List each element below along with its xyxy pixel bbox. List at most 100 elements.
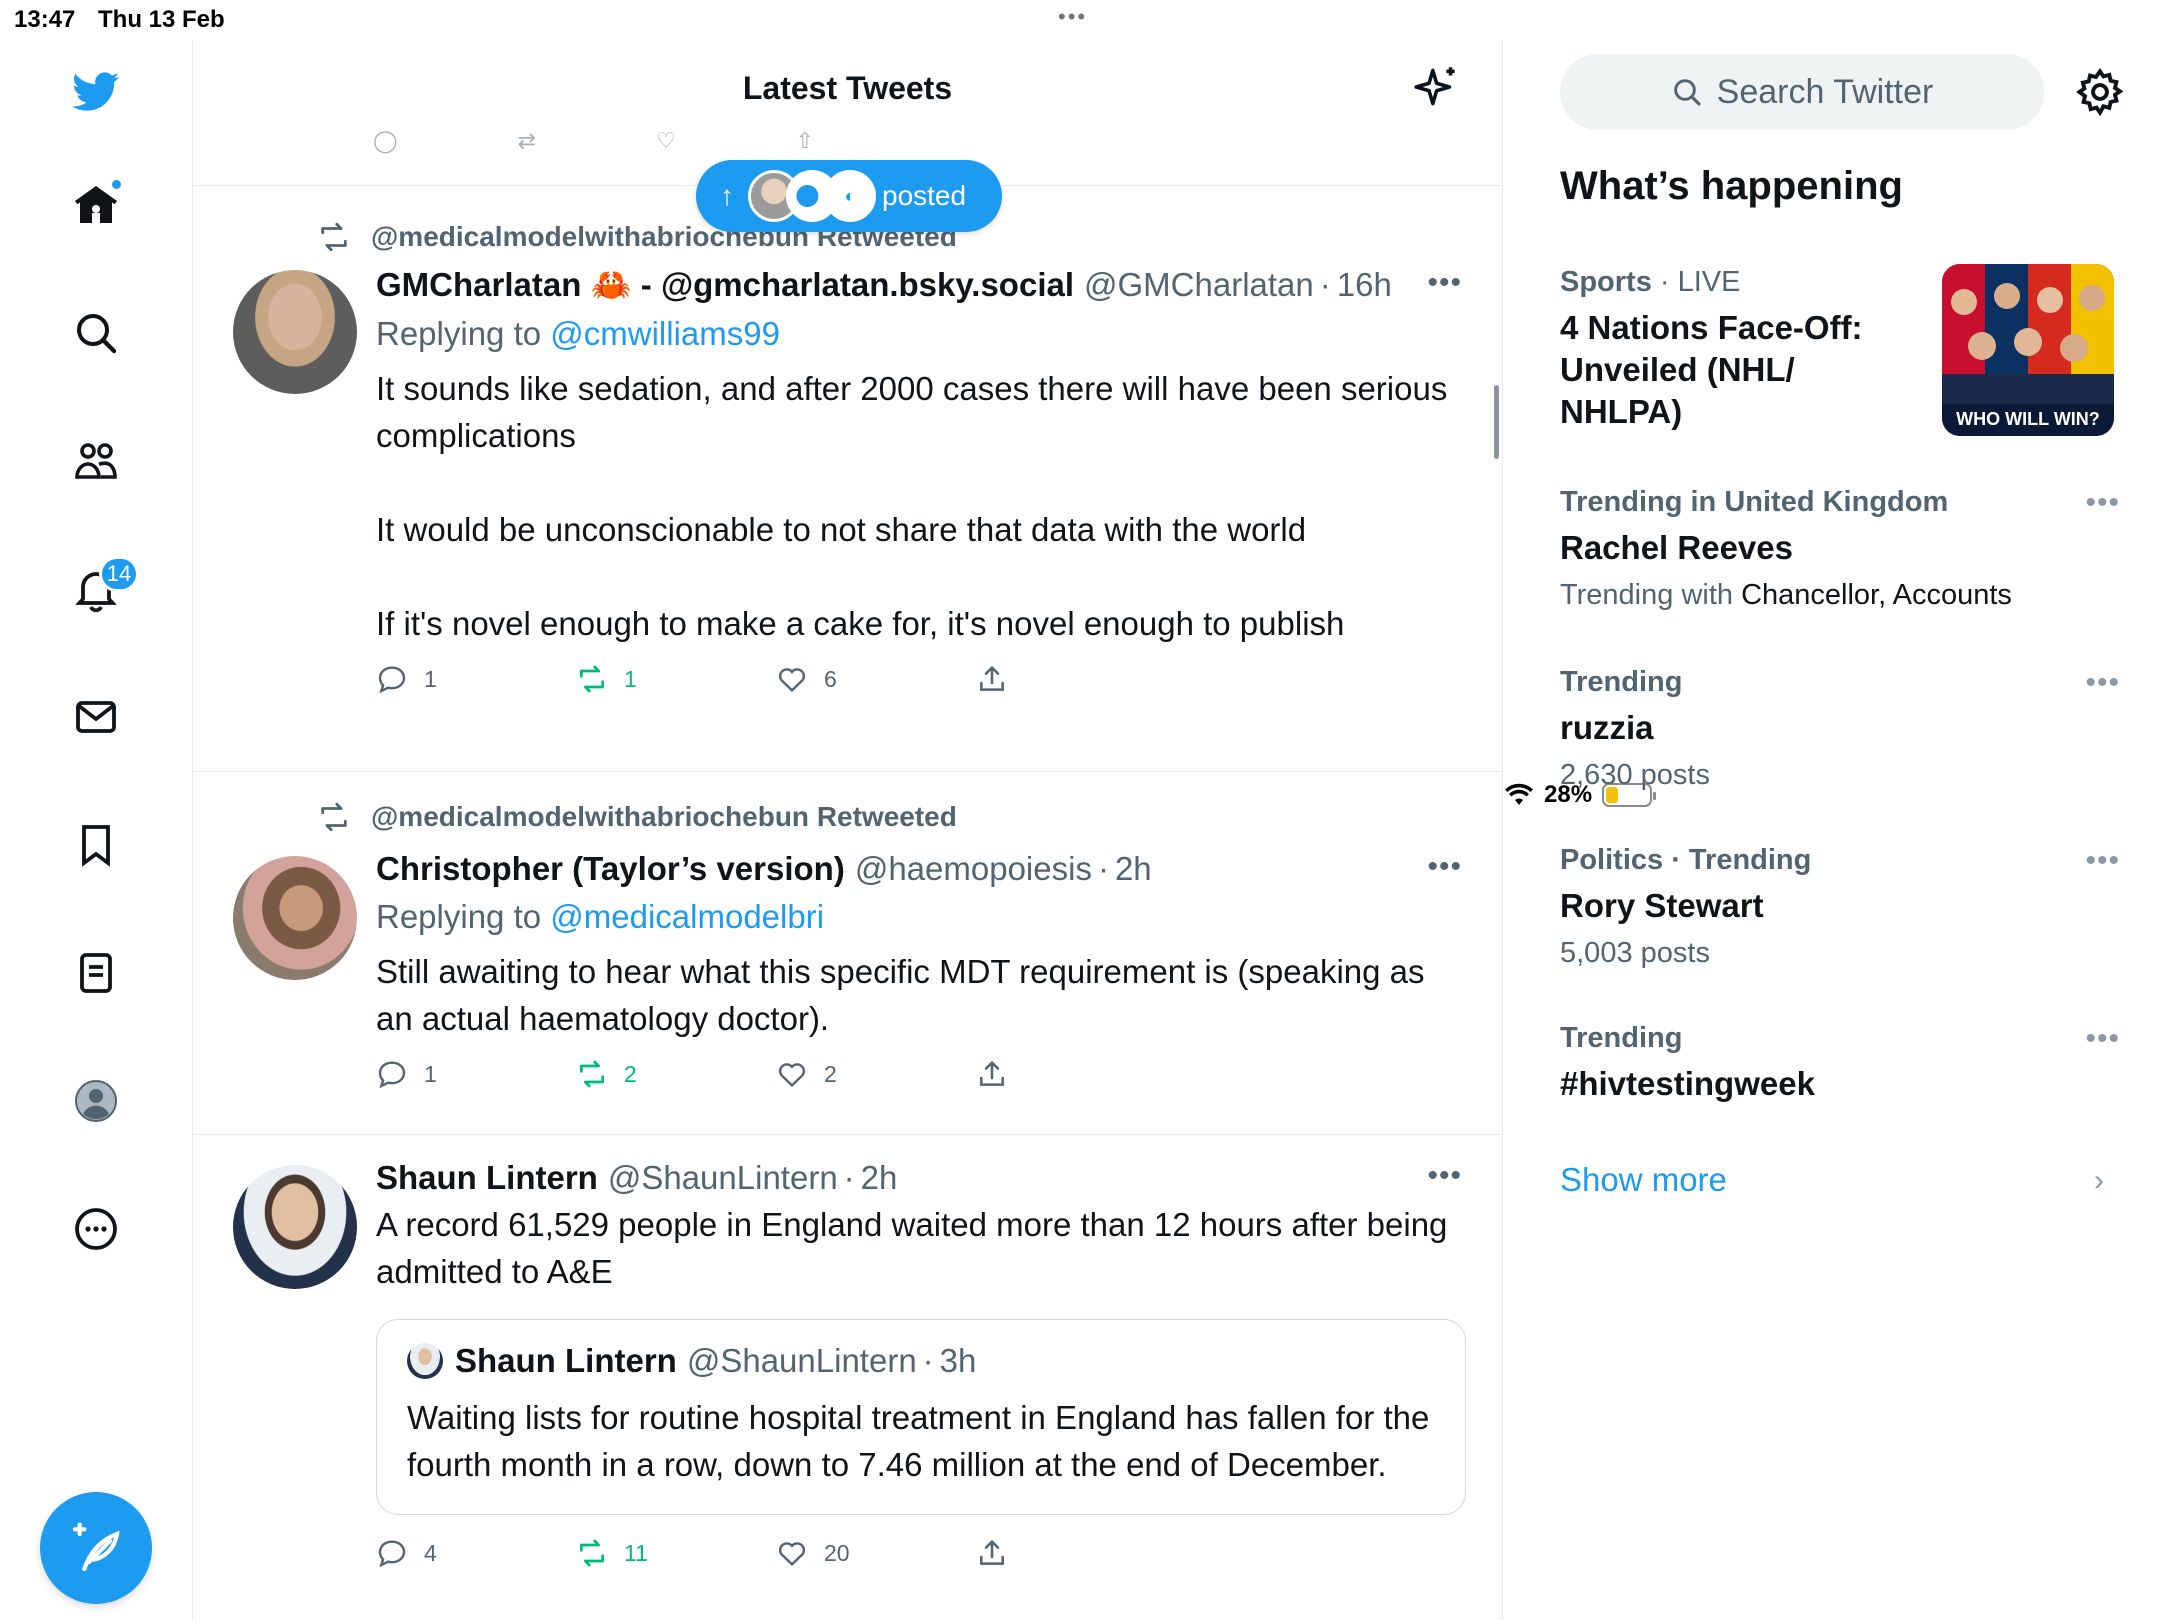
tweet-author-handle[interactable]: @GMCharlatan [1084,266,1314,304]
new-posts-pill[interactable]: ↑ ◐ posted [696,160,1002,232]
retweet-button[interactable]: 1 [576,663,776,695]
arrow-up-icon: ↑ [720,180,734,211]
trend-post-count: 2,630 posts [1560,759,1710,791]
reply-icon [378,1061,406,1089]
reply-to-link[interactable]: @cmwilliams99 [550,315,780,352]
retweet-button[interactable]: 2 [576,1058,776,1090]
avatar[interactable] [233,270,357,394]
communities-icon[interactable] [67,432,125,490]
avatar-logo-icon: ◐ [844,185,856,206]
tweet[interactable]: @medicalmodelwithabriochebun Retweeted C… [193,772,1502,1135]
tweet-actions: 1 2 2 [376,1058,1462,1090]
search-icon[interactable] [67,304,125,362]
search-placeholder: Search Twitter [1716,72,1934,111]
tweet-text: A record 61,529 people in England waited… [376,1206,1457,1290]
trend-item[interactable]: Politics · Trending ••• Rory Stewart 5,0… [1560,844,2120,970]
trend-category: Politics · Trending [1560,844,1812,876]
tweet-more-icon[interactable]: ••• [1427,266,1462,300]
quoted-time: 3h [939,1342,977,1379]
right-sidebar: Search Twitter What’s happening Sports ·… [1504,40,2160,1620]
retweet-count: 2 [624,1060,637,1087]
share-icon: ⇧ [795,128,815,153]
like-button[interactable]: 6 [776,663,976,695]
retweet-count: 1 [624,665,637,692]
retweet-button[interactable]: 11 [576,1537,776,1569]
time-separator: · [1097,850,1109,887]
trend-title: Rory Stewart [1560,887,1764,924]
reply-button[interactable]: 1 [376,663,576,695]
tweet-more-icon[interactable]: ••• [1427,1159,1462,1193]
lists-icon[interactable] [67,944,125,1002]
trend-category: Sports [1560,266,1652,298]
settings-gear-icon[interactable] [2074,66,2126,118]
replying-to: Replying to @medicalmodelbri [376,898,1462,936]
reply-icon [378,666,406,694]
compose-tweet-button[interactable] [40,1492,152,1604]
share-icon [980,1060,1004,1086]
reply-button[interactable]: 4 [376,1537,576,1569]
trend-item[interactable]: Sports · LIVE 4 Nations Face-Off: Unveil… [1560,266,1920,433]
sparkle-icon[interactable] [1412,62,1462,112]
tweet-author-handle[interactable]: @haemopoiesis [855,850,1092,888]
share-icon [980,1539,1004,1565]
multitasking-dots-icon[interactable]: ••• [1058,4,1087,30]
share-button[interactable] [976,663,1176,695]
tweet[interactable]: Shaun Lintern @ShaunLintern · 2h ••• A r… [193,1135,1502,1620]
trend-thumbnail[interactable]: WHO WILL WIN? [1942,264,2114,436]
status-bar: 13:47 Thu 13 Feb ••• 28% [0,0,2160,808]
retweet-count: 11 [624,1539,648,1566]
tweet-more-icon[interactable]: ••• [1427,850,1462,884]
trend-more-icon[interactable]: ••• [2085,844,2120,878]
avatar[interactable] [233,856,357,980]
reply-count: 4 [424,1539,437,1566]
share-button[interactable] [976,1058,1176,1090]
quoted-tweet[interactable]: Shaun Lintern @ShaunLintern · 3h Waiting… [376,1319,1466,1515]
reply-button[interactable]: 1 [376,1058,576,1090]
retweet-icon [321,802,347,832]
home-icon[interactable] [67,176,125,234]
like-button[interactable]: 2 [776,1058,976,1090]
twitter-logo-icon[interactable] [67,62,125,120]
messages-icon[interactable] [67,688,125,746]
like-icon [778,1542,806,1566]
quoted-author-name: Shaun Lintern [455,1342,677,1379]
trend-more-icon[interactable]: ••• [2085,666,2120,700]
retweet-icon [580,1539,604,1567]
scrollbar[interactable] [1494,385,1499,459]
like-icon [778,1063,806,1087]
previous-tweet-actions-peek: ◯ ⇄ ♡ ⇧ [373,128,814,154]
bookmarks-icon[interactable] [67,816,125,874]
reply-icon: ◯ [373,128,398,153]
profile-avatar-icon[interactable] [67,1072,125,1130]
nav-rail: 14 [0,40,193,1620]
like-count: 6 [824,665,837,692]
replying-to-label: Replying to [376,315,551,352]
show-more-link[interactable]: Show more [1560,1161,1727,1199]
avatar[interactable] [233,1165,357,1289]
like-button[interactable]: 20 [776,1537,976,1569]
search-icon [1673,79,1701,106]
trend-category: Trending [1560,666,1683,698]
date: Thu 13 Feb [98,6,225,33]
trend-sub-prefix: Trending with [1560,579,1742,611]
reply-to-link[interactable]: @medicalmodelbri [550,898,824,935]
clock: 13:47 [14,6,76,33]
tweet[interactable]: @medicalmodelwithabriochebun Retweeted G… [193,186,1502,772]
share-button[interactable] [976,1537,1176,1569]
tweet-author-name[interactable]: Shaun Lintern [376,1159,598,1197]
trend-item[interactable]: Trending ••• #hivtestingweek [1560,1022,2120,1105]
chevron-right-icon[interactable]: › [2094,1164,2104,1198]
tweet-author-name[interactable]: Christopher (Taylor’s version) [376,850,845,888]
tweet-text: It sounds like sedation, and after 2000 … [376,370,1448,642]
time-separator: · [843,1159,855,1196]
trend-item[interactable]: Trending ••• ruzzia 2,630 posts [1560,666,2120,792]
tweet-author-name[interactable]: GMCharlatan 🦀 - @gmcharlatan.bsky.social [376,266,1074,305]
trend-item[interactable]: Trending in United Kingdom ••• Rachel Re… [1560,486,2120,612]
search-input[interactable]: Search Twitter [1560,54,2044,130]
notifications-count-badge: 14 [99,556,139,592]
trend-more-icon[interactable]: ••• [2085,1022,2120,1056]
tweet-author-handle[interactable]: @ShaunLintern [608,1159,838,1197]
notifications-icon[interactable]: 14 [67,556,139,618]
trend-more-icon[interactable]: ••• [2085,486,2120,520]
more-options-icon[interactable] [67,1200,125,1258]
